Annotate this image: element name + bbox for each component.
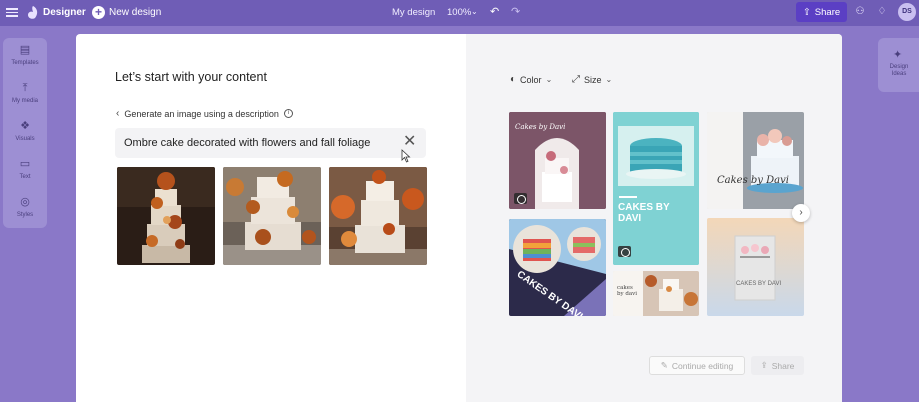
undo-icon[interactable]: ↶ [490, 5, 499, 18]
prompt-text: Ombre cake decorated with flowers and fa… [124, 137, 371, 149]
redo-icon[interactable]: ↷ [511, 5, 520, 18]
share-button-label: Share [814, 6, 841, 18]
template-6-artwork [707, 218, 804, 316]
share-icon: ⇪ [802, 6, 811, 18]
designer-logo-icon [28, 6, 38, 19]
menu-icon[interactable] [6, 6, 18, 18]
rail-label: Text [19, 174, 31, 180]
rail-item-text[interactable]: ▭ Text [3, 158, 47, 180]
rail-item-visuals[interactable]: ❖ Visuals [3, 120, 47, 142]
palette-icon: ◐ [510, 74, 517, 85]
share-icon: ⇪ [760, 360, 768, 370]
template-3-artwork [707, 112, 804, 209]
document-name[interactable]: My design [392, 7, 435, 18]
chevron-down-icon[interactable]: ⌄ [471, 7, 478, 16]
share-button[interactable]: ⇪ Share [796, 2, 847, 22]
visuals-icon: ❖ [20, 120, 30, 132]
rail-label: My media [11, 98, 38, 104]
new-design-button[interactable]: New design [109, 7, 161, 18]
cake-image-2 [223, 167, 321, 265]
styles-icon: ◎ [20, 196, 30, 208]
generated-image-3[interactable] [329, 167, 427, 265]
notifications-icon[interactable]: ♢ [876, 6, 888, 18]
size-filter-label: Size [584, 74, 602, 85]
template-5-text: cakes by davi [617, 285, 638, 297]
cake-image-3 [329, 167, 427, 265]
template-card-2[interactable]: CAKES BY DAVI [613, 112, 699, 265]
avatar[interactable]: DS [898, 3, 916, 21]
template-3-text: Cakes by Davi [717, 175, 789, 186]
image-description-input[interactable]: Ombre cake decorated with flowers and fa… [115, 128, 426, 158]
back-link-label: Generate an image using a description [124, 108, 279, 119]
rail-item-templates[interactable]: ▤ Templates [3, 44, 47, 66]
zoom-level[interactable]: 100% [447, 7, 471, 18]
apps-icon[interactable]: ⚇ [854, 6, 866, 18]
color-filter-label: Color [520, 74, 542, 85]
template-2-text: CAKES BY DAVI [618, 202, 670, 224]
design-ideas-icon: ✦ [893, 49, 903, 61]
template-card-6[interactable]: CAKES BY DAVI [707, 218, 804, 316]
design-ideas-label: Design Ideas [889, 64, 909, 77]
size-filter-dropdown[interactable]: ⤢ Size ⌄ [572, 74, 612, 85]
cake-image-1 [117, 167, 215, 265]
rail-item-styles[interactable]: ◎ Styles [3, 196, 47, 218]
template-card-5[interactable]: cakes by davi [613, 271, 699, 316]
template-card-4[interactable]: CAKES BY DAVI [509, 219, 606, 316]
text-icon: ▭ [19, 158, 31, 170]
top-bar: Designer + New design My design 100% ⌄ ↶… [0, 0, 919, 26]
template-2-artwork [613, 112, 699, 265]
generated-image-2[interactable] [223, 167, 321, 265]
resize-icon: ⤢ [572, 74, 580, 85]
templates-icon: ▤ [19, 44, 31, 56]
video-badge-icon [514, 193, 527, 204]
rail-label: Styles [16, 212, 34, 218]
info-icon[interactable]: i [283, 109, 293, 118]
dialog-share-label: Share [771, 360, 795, 371]
continue-editing-button[interactable]: ✎ Continue editing [649, 356, 745, 375]
pencil-icon: ✎ [660, 360, 668, 370]
design-ideas-rail[interactable]: ✦ Design Ideas [878, 38, 919, 92]
rail-label: Templates [11, 60, 39, 66]
chevron-down-icon: ⌄ [605, 75, 613, 84]
rail-item-my-media[interactable]: ⤒ My media [3, 82, 47, 104]
chevron-left-icon: ‹ [116, 108, 120, 119]
dialog-heading: Let’s start with your content [115, 70, 267, 84]
color-filter-dropdown[interactable]: ◐ Color ⌄ [510, 74, 552, 85]
template-card-3[interactable]: Cakes by Davi [707, 112, 804, 209]
mouse-cursor-icon [401, 149, 411, 163]
chevron-right-icon[interactable]: › [792, 204, 810, 222]
chevron-down-icon: ⌄ [545, 75, 553, 84]
template-1-text: Cakes by Davi [515, 123, 566, 131]
continue-editing-label: Continue editing [671, 360, 734, 371]
content-start-dialog: Let’s start with your content ‹ Generate… [76, 34, 842, 402]
generate-image-back-link[interactable]: ‹ Generate an image using a description … [116, 108, 293, 119]
plus-icon[interactable]: + [92, 6, 105, 19]
template-6-text: CAKES BY DAVI [736, 281, 782, 287]
template-card-1[interactable]: Cakes by Davi [509, 112, 606, 209]
left-rail: ▤ Templates ⤒ My media ❖ Visuals ▭ Text … [3, 38, 47, 228]
dialog-share-button[interactable]: ⇪ Share [751, 356, 804, 375]
rail-label: Visuals [15, 136, 35, 142]
generated-image-1[interactable] [117, 167, 215, 265]
brand-name: Designer [43, 7, 86, 18]
video-badge-icon [618, 246, 631, 257]
upload-icon: ⤒ [22, 82, 28, 94]
